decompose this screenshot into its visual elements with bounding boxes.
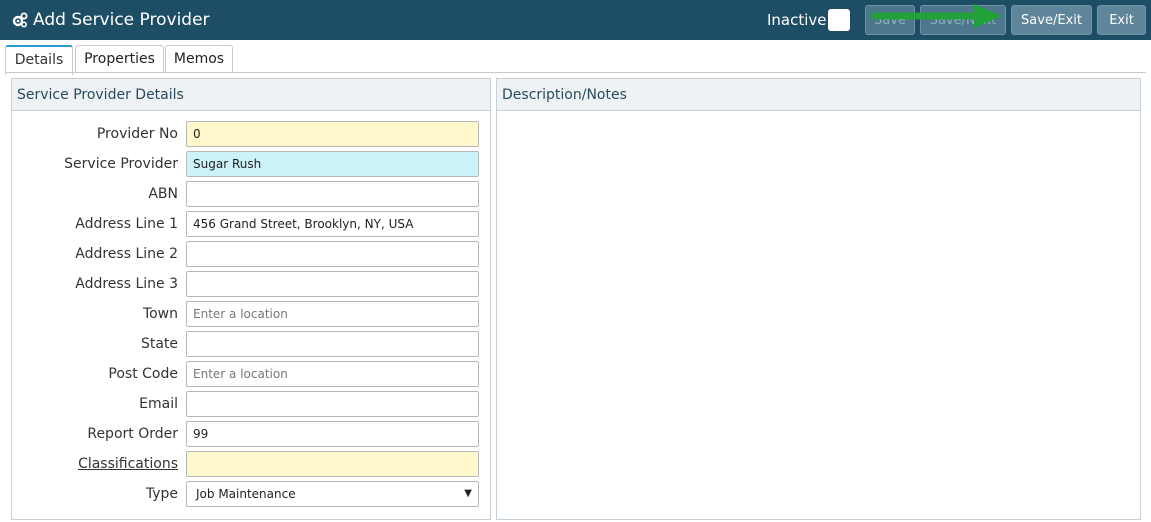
town-row: Town xyxy=(12,301,490,327)
address-line-2-label: Address Line 2 xyxy=(75,246,178,262)
address-line-3-row: Address Line 3 xyxy=(12,271,490,297)
state-label: State xyxy=(140,336,178,352)
email-input[interactable] xyxy=(186,391,479,417)
type-select[interactable]: Job Maintenance ▼ xyxy=(186,481,479,507)
state-input[interactable] xyxy=(186,331,479,357)
classifications-row: Classifications xyxy=(12,451,490,477)
address-line-1-input[interactable] xyxy=(186,211,479,237)
state-row: State xyxy=(12,331,490,357)
panel-heading: Service Provider Details xyxy=(12,79,490,111)
exit-button[interactable]: Exit xyxy=(1097,5,1146,35)
caret-down-icon: ▼ xyxy=(464,488,472,499)
address-line-1-row: Address Line 1 xyxy=(12,211,490,237)
address-line-3-input[interactable] xyxy=(186,271,479,297)
page-title: Add Service Provider xyxy=(33,10,210,30)
classifications-link[interactable]: Classifications xyxy=(78,455,178,473)
email-row: Email xyxy=(12,391,490,417)
report-order-label: Report Order xyxy=(87,426,178,442)
provider-no-row: Provider No xyxy=(12,121,490,147)
description-notes-panel: Description/Notes xyxy=(496,78,1141,520)
service-provider-details-panel: Service Provider Details Provider No Ser… xyxy=(11,78,491,520)
save-exit-button[interactable]: Save/Exit xyxy=(1011,5,1092,35)
abn-row: ABN xyxy=(12,181,490,207)
inactive-label: Inactive xyxy=(767,11,827,29)
annotation-arrow-icon xyxy=(872,4,1002,28)
service-provider-input[interactable] xyxy=(186,151,479,177)
tabs-divider xyxy=(5,72,1146,73)
type-row: Type Job Maintenance ▼ xyxy=(12,481,490,507)
address-line-1-label: Address Line 1 xyxy=(75,216,178,232)
inactive-checkbox[interactable] xyxy=(828,9,850,31)
town-input[interactable] xyxy=(186,301,479,327)
tab-memos[interactable]: Memos xyxy=(165,45,233,73)
service-provider-label: Service Provider xyxy=(64,156,178,172)
post-code-label: Post Code xyxy=(108,366,178,382)
tab-details[interactable]: Details xyxy=(5,45,73,75)
description-notes-editor[interactable] xyxy=(497,112,1140,519)
address-line-3-label: Address Line 3 xyxy=(75,276,178,292)
address-line-2-input[interactable] xyxy=(186,241,479,267)
email-label: Email xyxy=(139,396,178,412)
post-code-input[interactable] xyxy=(186,361,479,387)
abn-label: ABN xyxy=(148,186,178,202)
title-bar: Add Service Provider Inactive Save Save/… xyxy=(0,0,1151,40)
report-order-input[interactable] xyxy=(186,421,479,447)
cogs-icon xyxy=(12,12,28,28)
abn-input[interactable] xyxy=(186,181,479,207)
address-line-2-row: Address Line 2 xyxy=(12,241,490,267)
town-label: Town xyxy=(142,306,178,322)
panel-heading: Description/Notes xyxy=(497,79,1140,111)
classifications-input[interactable] xyxy=(186,451,479,477)
provider-no-input[interactable] xyxy=(186,121,479,147)
type-select-value: Job Maintenance xyxy=(196,487,296,501)
tab-properties[interactable]: Properties xyxy=(75,45,164,73)
provider-no-label: Provider No xyxy=(96,126,178,142)
type-label: Type xyxy=(145,486,178,502)
report-order-row: Report Order xyxy=(12,421,490,447)
post-code-row: Post Code xyxy=(12,361,490,387)
service-provider-row: Service Provider xyxy=(12,151,490,177)
